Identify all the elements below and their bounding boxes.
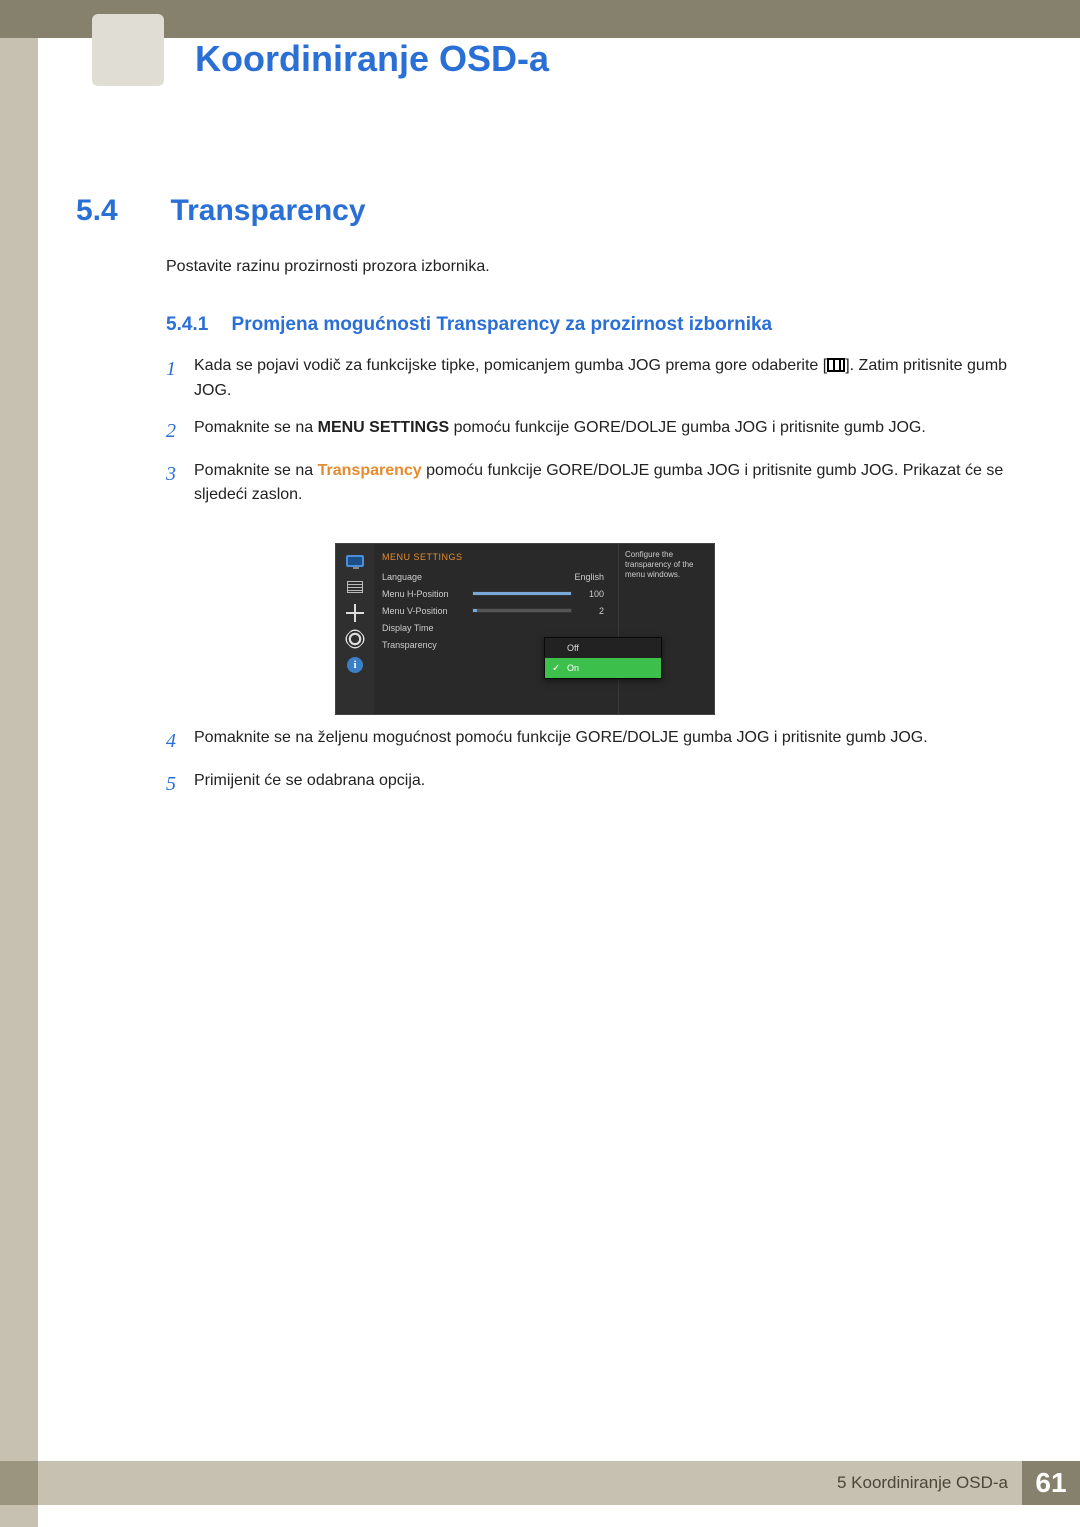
osd-panel-title: MENU SETTINGS [382, 552, 608, 562]
menu-icon [827, 358, 845, 372]
osd-slider [472, 608, 572, 613]
osd-row-value: English [574, 572, 608, 582]
step-item: 1 Kada se pojavi vodič za funkcijske tip… [166, 354, 1020, 404]
step-item: 4 Pomaknite se na željenu mogućnost pomo… [166, 726, 1020, 757]
section-heading: 5.4 Transparency [76, 194, 1020, 228]
osd-row-label: Transparency [382, 640, 472, 650]
step-item: 2 Pomaknite se na MENU SETTINGS pomoću f… [166, 416, 1020, 447]
steps-list-after-osd: 4 Pomaknite se na željenu mogućnost pomo… [166, 726, 1020, 812]
list-icon [345, 578, 365, 596]
osd-main-panel: MENU SETTINGS Language English Menu H-Po… [374, 544, 618, 714]
osd-option-on: On [545, 658, 661, 678]
subsection-number: 5.4.1 [166, 314, 208, 335]
osd-row-value: 100 [589, 589, 608, 599]
step-text: Pomaknite se na MENU SETTINGS pomoću fun… [194, 416, 1020, 441]
step-text-highlight: Transparency [318, 462, 422, 479]
info-icon: i [345, 656, 365, 674]
step-item: 5 Primijenit će se odabrana opcija. [166, 769, 1020, 800]
step-text-bold: MENU SETTINGS [318, 419, 450, 436]
step-text: Pomaknite se na Transparency pomoću funk… [194, 459, 1020, 509]
section-number: 5.4 [76, 194, 166, 228]
move-arrows-icon [345, 604, 365, 622]
picture-icon [345, 552, 365, 570]
osd-side-menu: i [336, 544, 374, 714]
osd-tooltip-text: Configure the transparency of the menu w… [618, 544, 714, 714]
osd-row-value: 2 [599, 606, 608, 616]
section-title: Transparency [170, 194, 365, 228]
osd-row-label: Menu V-Position [382, 606, 472, 616]
step-text-fragment: pomoću funkcije GORE/DOLJE gumba JOG i p… [449, 419, 926, 436]
step-text-fragment: Kada se pojavi vodič za funkcijske tipke… [194, 357, 827, 374]
step-text: Pomaknite se na željenu mogućnost pomoću… [194, 726, 1020, 751]
steps-list-before-osd: 1 Kada se pojavi vodič za funkcijske tip… [166, 354, 1020, 520]
step-number: 3 [166, 459, 194, 490]
subsection-heading: 5.4.1 Promjena mogućnosti Transparency z… [166, 314, 1020, 336]
osd-slider [472, 591, 572, 596]
step-number: 1 [166, 354, 194, 385]
chapter-number-tab [92, 14, 164, 86]
osd-row-label: Language [382, 572, 472, 582]
osd-row-hposition: Menu H-Position 100 [382, 585, 608, 602]
osd-row-label: Display Time [382, 623, 472, 633]
subsection-title: Promjena mogućnosti Transparency za proz… [232, 314, 773, 335]
footer-chapter-label: 5 Koordiniranje OSD-a [837, 1473, 1008, 1493]
step-text: Primijenit će se odabrana opcija. [194, 769, 1020, 794]
osd-row-language: Language English [382, 568, 608, 585]
osd-option-off: Off [545, 638, 661, 658]
osd-transparency-dropdown: Off On [544, 637, 662, 679]
step-item: 3 Pomaknite se na Transparency pomoću fu… [166, 459, 1020, 509]
step-number: 5 [166, 769, 194, 800]
step-number: 2 [166, 416, 194, 447]
footer-bar: 5 Koordiniranje OSD-a 61 [38, 1461, 1080, 1505]
section-intro-text: Postavite razinu prozirnosti prozora izb… [166, 258, 490, 276]
osd-row-label: Menu H-Position [382, 589, 472, 599]
osd-screenshot: i MENU SETTINGS Language English Menu H-… [335, 543, 715, 715]
osd-row-displaytime: Display Time [382, 619, 608, 636]
step-text-fragment: Pomaknite se na [194, 462, 318, 479]
page-number: 61 [1022, 1461, 1080, 1505]
step-number: 4 [166, 726, 194, 757]
gear-icon [345, 630, 365, 648]
osd-row-vposition: Menu V-Position 2 [382, 602, 608, 619]
left-margin-bar [0, 0, 38, 1527]
page-title: Koordiniranje OSD-a [195, 38, 549, 80]
footer-accent [0, 1461, 38, 1505]
step-text: Kada se pojavi vodič za funkcijske tipke… [194, 354, 1020, 404]
step-text-fragment: Pomaknite se na [194, 419, 318, 436]
